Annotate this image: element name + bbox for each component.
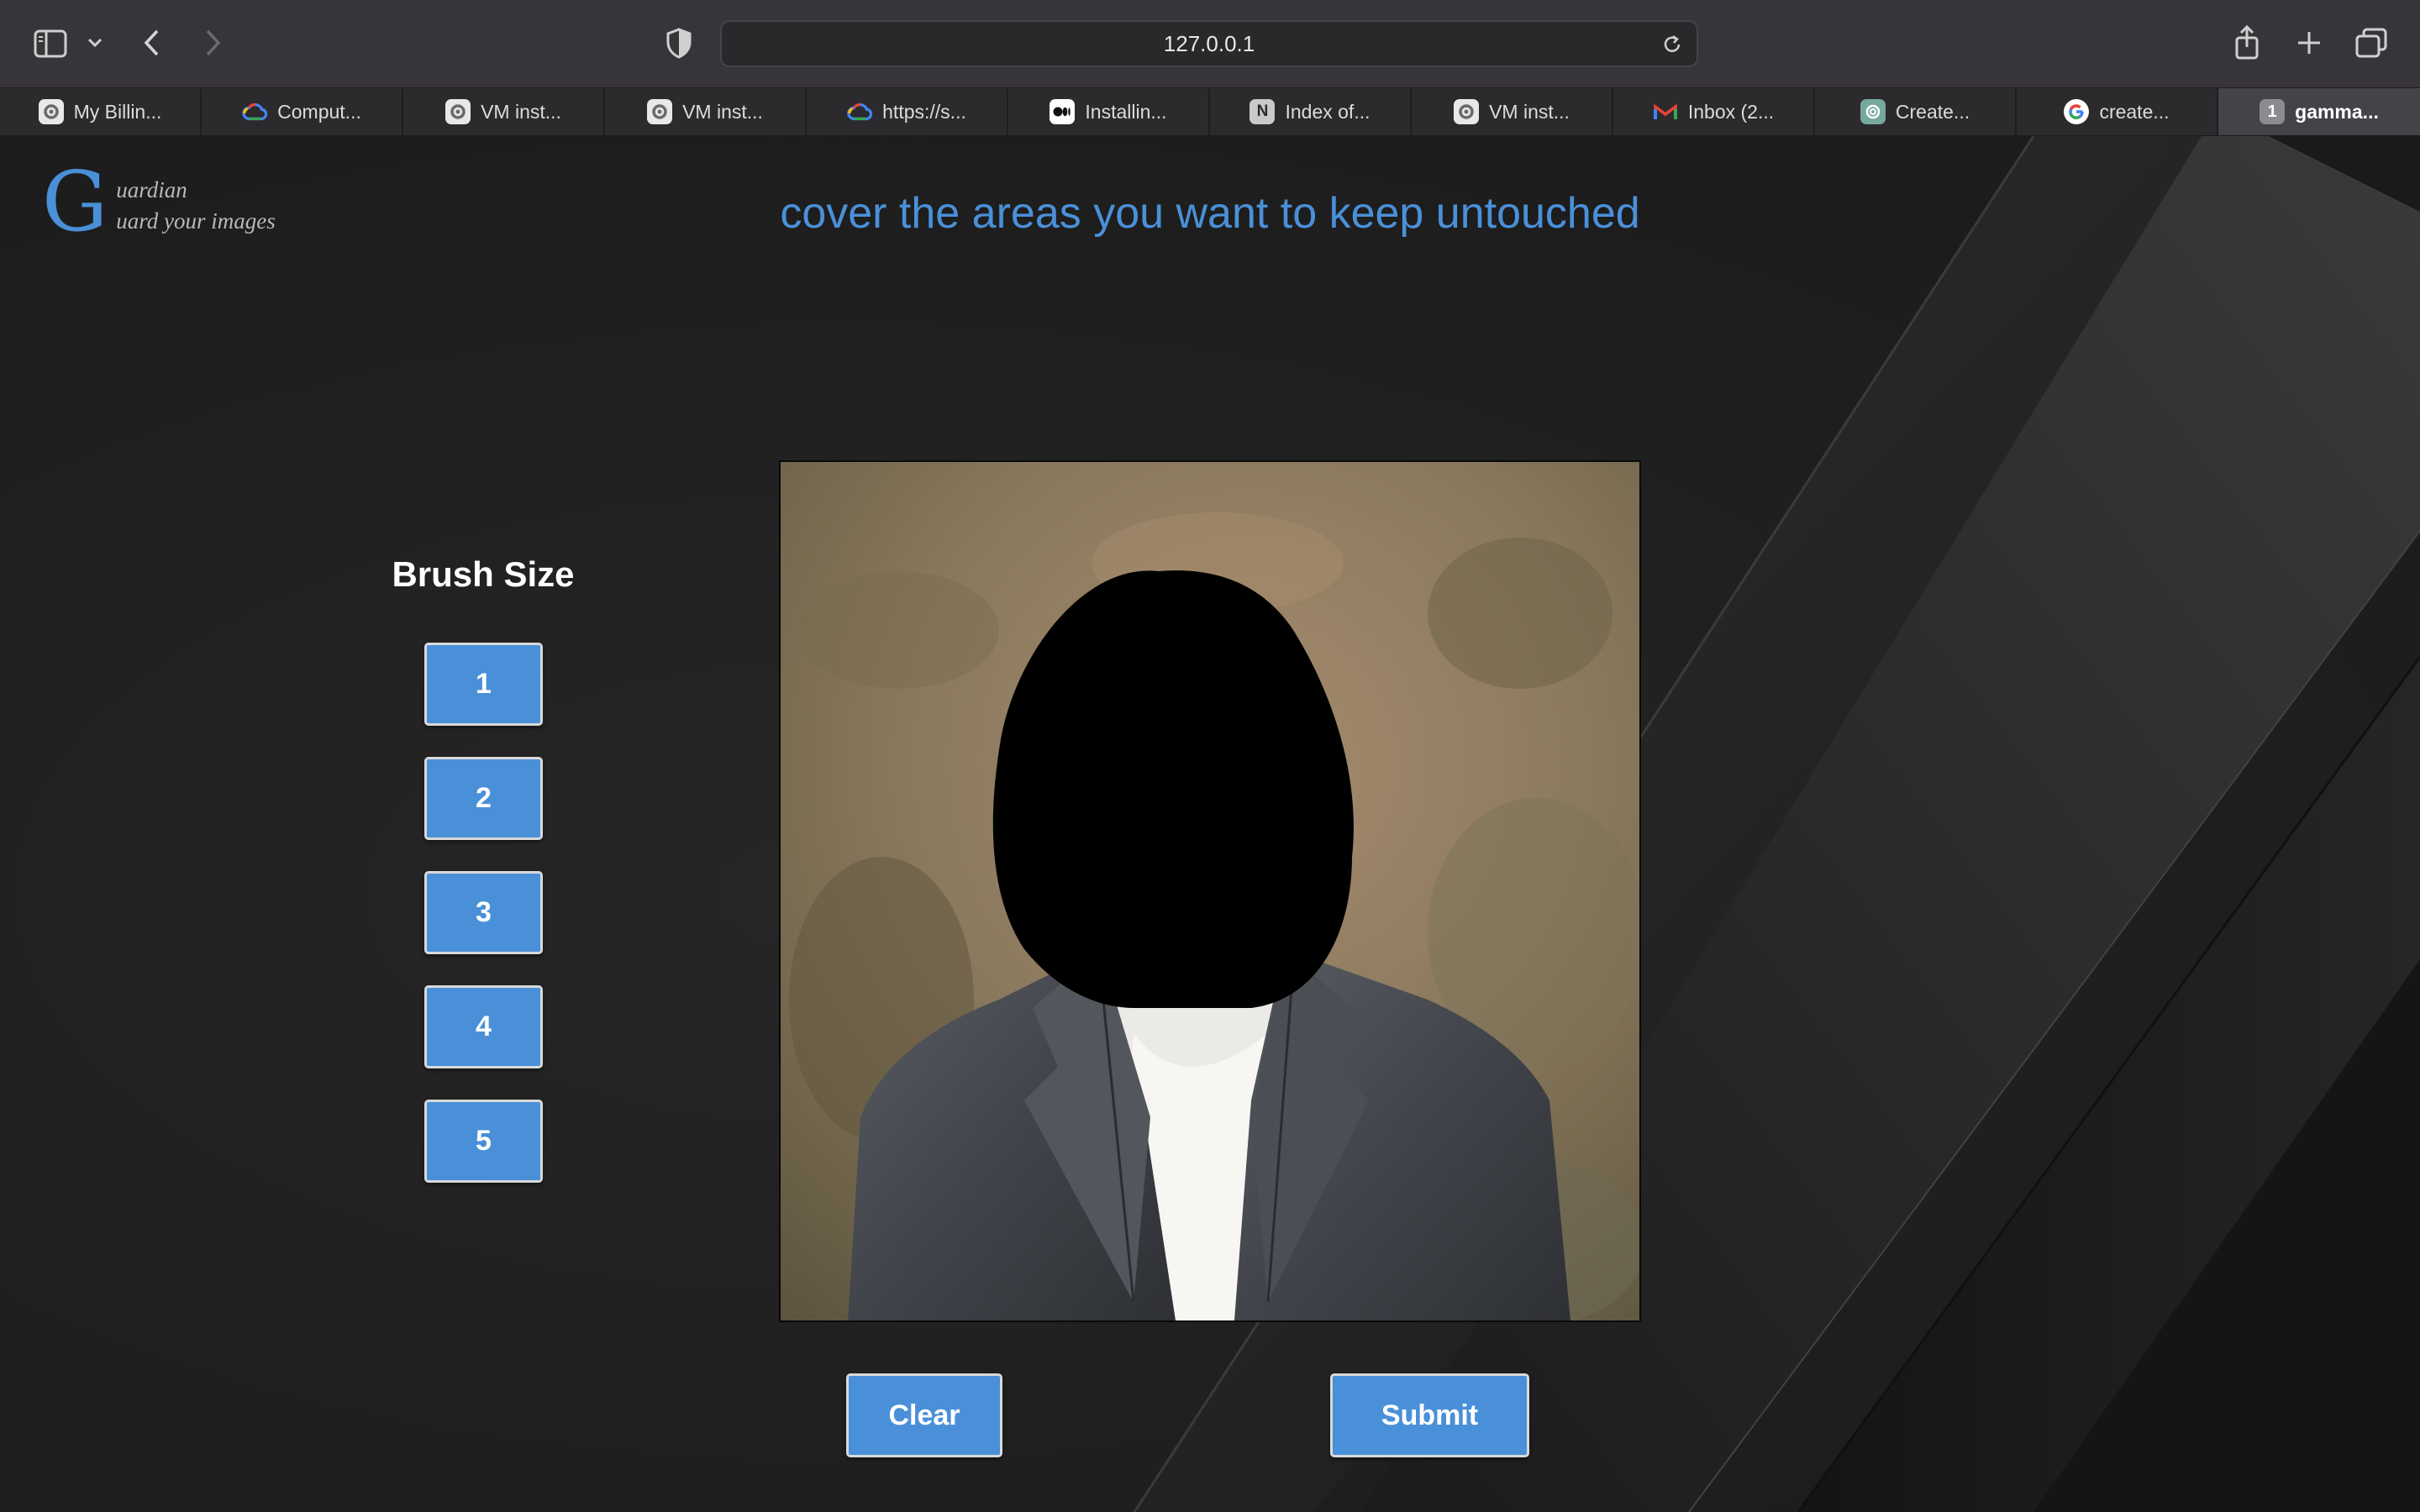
page-title: cover the areas you want to keep untouch…: [780, 189, 1640, 238]
tab-label: Index of...: [1285, 100, 1370, 123]
tab-bar: My Billin... Comput... VM inst... VM ins…: [0, 87, 2420, 136]
page-content: G uardian uard your images cover the are…: [0, 136, 2420, 1512]
tab-inbox[interactable]: Inbox (2...: [1613, 88, 1815, 135]
tab-create-google[interactable]: create...: [2017, 88, 2218, 135]
google-icon: [2064, 99, 2090, 124]
tab-vm-instances-2[interactable]: VM inst...: [605, 88, 807, 135]
tab-label: VM inst...: [481, 100, 561, 123]
tab-installing[interactable]: Installin...: [1008, 88, 1210, 135]
medium-icon: [1050, 99, 1076, 124]
clear-button[interactable]: Clear: [846, 1373, 1002, 1457]
tab-number-icon: 1: [2260, 99, 2286, 124]
tab-label: Inbox (2...: [1687, 100, 1775, 123]
forward-icon[interactable]: [195, 25, 229, 60]
submit-button[interactable]: Submit: [1330, 1373, 1529, 1457]
google-cloud-icon: [242, 99, 268, 124]
tab-my-billing[interactable]: My Billin...: [0, 88, 202, 135]
tab-https[interactable]: https://s...: [807, 88, 1008, 135]
brush-size-title: Brush Size: [392, 554, 575, 594]
tab-overview-icon[interactable]: [2353, 25, 2390, 60]
tab-label: My Billin...: [73, 100, 162, 123]
tab-label: Comput...: [277, 100, 361, 123]
tab-label: create...: [2099, 100, 2170, 123]
tab-label: Installin...: [1085, 100, 1167, 123]
tab-label: VM inst...: [1489, 100, 1570, 123]
url-text: 127.0.0.1: [1163, 30, 1255, 56]
tab-gamma[interactable]: 1 gamma...: [2218, 88, 2420, 135]
brush-size-2-button[interactable]: 2: [424, 757, 543, 840]
drawing-canvas[interactable]: [779, 460, 1641, 1322]
sidebar-toggle-icon[interactable]: [32, 25, 69, 62]
tab-label: Create...: [1895, 100, 1970, 123]
brush-size-5-button[interactable]: 5: [424, 1100, 543, 1183]
gear-badge-icon: [445, 99, 471, 124]
privacy-shield-icon[interactable]: [662, 25, 696, 60]
openai-icon: [1860, 99, 1886, 124]
gear-badge-icon: [1454, 99, 1480, 124]
tab-vm-instances-3[interactable]: VM inst...: [1412, 88, 1613, 135]
notion-icon: N: [1249, 99, 1276, 124]
tab-vm-instances-1[interactable]: VM inst...: [403, 88, 605, 135]
back-icon[interactable]: [136, 25, 170, 60]
chevron-down-icon[interactable]: [84, 30, 106, 55]
reload-icon[interactable]: [1660, 32, 1685, 61]
new-tab-icon[interactable]: [2292, 25, 2326, 60]
brush-size-1-button[interactable]: 1: [424, 643, 543, 726]
tab-label: gamma...: [2295, 100, 2379, 123]
brush-size-4-button[interactable]: 4: [424, 985, 543, 1068]
share-icon[interactable]: [2230, 24, 2264, 62]
browser-toolbar: 127.0.0.1: [0, 0, 2420, 87]
gear-badge-icon: [647, 99, 673, 124]
tab-label: VM inst...: [682, 100, 763, 123]
tab-index-of[interactable]: N Index of...: [1210, 88, 1412, 135]
gmail-icon: [1653, 99, 1678, 124]
tab-compute[interactable]: Comput...: [202, 88, 403, 135]
gear-badge-icon: [38, 99, 64, 124]
tab-label: https://s...: [882, 100, 966, 123]
google-cloud-icon: [847, 99, 873, 124]
tab-create-openai[interactable]: Create...: [1815, 88, 2017, 135]
masked-photo: [781, 462, 1639, 1320]
brush-size-3-button[interactable]: 3: [424, 871, 543, 954]
address-bar[interactable]: 127.0.0.1: [720, 20, 1698, 67]
